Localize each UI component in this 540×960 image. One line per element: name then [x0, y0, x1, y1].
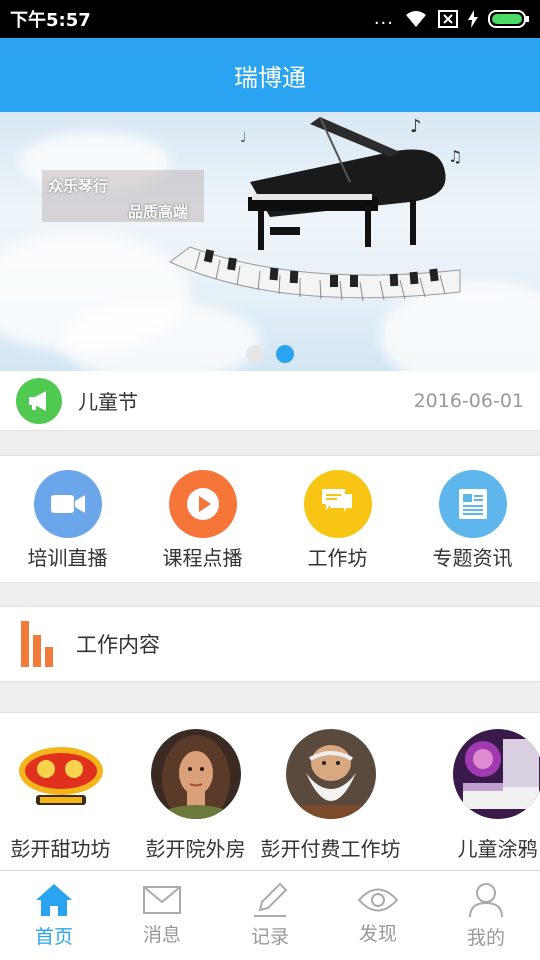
- menu-item-label: 专题资讯: [432, 546, 513, 570]
- workshop-list[interactable]: 彭开甜功坊 彭开院外房 彭开付费工作坊 儿童涂鸦: [0, 712, 540, 870]
- menu-item-workshop[interactable]: 工作坊: [270, 456, 405, 582]
- charging-icon: [468, 10, 478, 28]
- piano-illustration: ♪ ♫ ♩: [169, 116, 462, 302]
- workshop-avatar: [285, 729, 376, 819]
- workshop-name: 儿童涂鸦: [457, 837, 538, 861]
- tab-home[interactable]: 首页: [0, 871, 108, 960]
- menu-item-course-vod[interactable]: 课程点播: [135, 456, 270, 582]
- eye-icon: [357, 888, 399, 912]
- workshop-item[interactable]: 彭开付费工作坊: [260, 729, 401, 862]
- banner-carousel[interactable]: ♪ ♫ ♩ 众乐琴行 品质高端: [0, 112, 540, 371]
- bottom-nav: 首页 消息 记录 发现 我的: [0, 870, 540, 960]
- workshop-item[interactable]: 彭开甜功坊: [0, 729, 128, 862]
- user-icon: [469, 883, 503, 918]
- section-header-work-content[interactable]: 工作内容: [0, 606, 540, 682]
- menu-item-topic-news[interactable]: 专题资讯: [405, 456, 540, 582]
- banner-tag-line-2: 品质高端: [128, 203, 189, 221]
- workshop-avatar: [452, 729, 540, 819]
- battery-icon: [488, 10, 529, 28]
- banner-pager: [0, 345, 540, 363]
- tab-label: 首页: [34, 926, 73, 948]
- banner-tag-line-1: 众乐琴行: [48, 177, 109, 195]
- tab-mine[interactable]: 我的: [432, 871, 540, 960]
- workshop-name: 彭开甜功坊: [10, 837, 111, 861]
- workshop-avatar: [15, 729, 106, 819]
- bar-chart-icon: [21, 621, 53, 667]
- pencil-icon: [254, 882, 288, 917]
- app-title: 瑞博通: [234, 63, 306, 92]
- workshop-name: 彭开院外房: [145, 837, 246, 861]
- section-label: 工作内容: [76, 633, 160, 657]
- status-bar: 下午5:57 ...: [0, 0, 540, 38]
- megaphone-icon: [16, 377, 62, 424]
- workshop-avatar: [150, 729, 241, 819]
- workshop-item[interactable]: 儿童涂鸦: [430, 729, 540, 862]
- tab-discover[interactable]: 发现: [324, 871, 432, 960]
- notice-label: 儿童节: [78, 390, 138, 414]
- newspaper-icon: [438, 470, 507, 538]
- menu-item-training-live[interactable]: 培训直播: [0, 456, 135, 582]
- menu-item-label: 工作坊: [307, 546, 368, 570]
- play-icon: [168, 470, 237, 538]
- video-camera-icon: [33, 470, 102, 538]
- no-sim-icon: [438, 10, 458, 28]
- quick-menu: 培训直播 课程点播 工作坊 专题资讯: [0, 455, 540, 583]
- screen: 下午5:57 ... 瑞博通 ♪ ♫ ♩ 众乐琴行 品质高端 儿童节 2016-…: [0, 0, 540, 960]
- chat-bubbles-icon: [303, 470, 372, 538]
- notice-date: 2016-06-01: [413, 389, 524, 412]
- tab-records[interactable]: 记录: [216, 871, 324, 960]
- tab-label: 发现: [358, 923, 397, 945]
- workshop-item[interactable]: 彭开院外房: [128, 729, 263, 862]
- pager-dot[interactable]: [246, 345, 264, 363]
- status-time: 下午5:57: [10, 10, 91, 31]
- more-dots-icon: ...: [373, 8, 394, 29]
- notice-row[interactable]: 儿童节 2016-06-01: [0, 371, 540, 431]
- svg-text:♫: ♫: [448, 147, 462, 166]
- svg-text:♩: ♩: [240, 130, 247, 146]
- wifi-icon: [406, 11, 426, 27]
- status-icons: ...: [374, 9, 530, 29]
- workshop-name: 彭开付费工作坊: [260, 837, 401, 861]
- svg-text:♪: ♪: [410, 116, 422, 137]
- tab-label: 记录: [250, 926, 289, 948]
- pager-dot-active[interactable]: [276, 345, 294, 363]
- envelope-icon: [143, 886, 181, 914]
- home-icon: [36, 884, 72, 916]
- menu-item-label: 课程点播: [162, 546, 243, 570]
- menu-item-label: 培训直播: [27, 546, 108, 570]
- tab-messages[interactable]: 消息: [108, 871, 216, 960]
- tab-label: 消息: [142, 924, 181, 946]
- tab-label: 我的: [466, 927, 505, 949]
- app-header: 瑞博通: [0, 38, 540, 112]
